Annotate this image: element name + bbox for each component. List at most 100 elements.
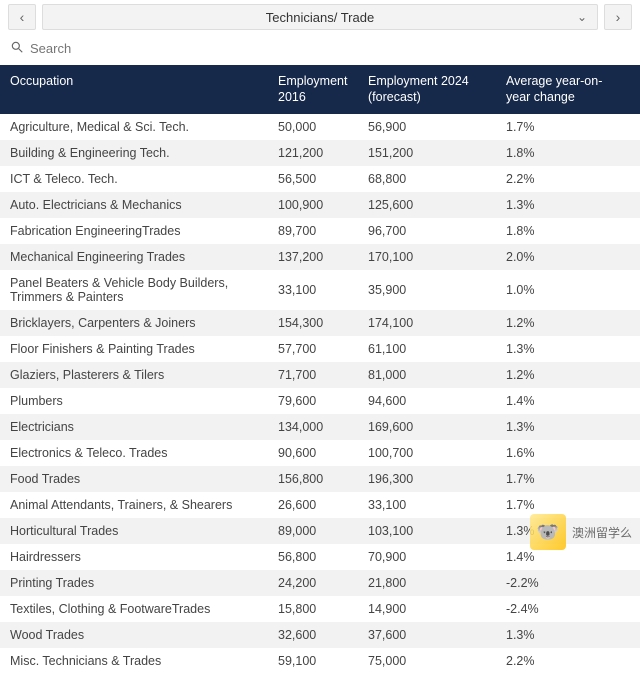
cell-occupation: Glaziers, Plasterers & Tilers xyxy=(0,362,268,388)
cell-emp2016: 90,600 xyxy=(268,440,358,466)
prev-button[interactable]: ‹ xyxy=(8,4,36,30)
chevron-left-icon: ‹ xyxy=(20,9,25,25)
cell-emp2016: 56,800 xyxy=(268,544,358,570)
col-occupation[interactable]: Occupation xyxy=(0,65,268,114)
cell-change: 1.8% xyxy=(496,140,640,166)
cell-emp2024: 169,600 xyxy=(358,414,496,440)
cell-emp2016: 137,200 xyxy=(268,244,358,270)
table-row: Building & Engineering Tech.121,200151,2… xyxy=(0,140,640,166)
table-row: Panel Beaters & Vehicle Body Builders, T… xyxy=(0,270,640,310)
cell-change: -2.4% xyxy=(496,596,640,622)
table-row: Electricians134,000169,6001.3% xyxy=(0,414,640,440)
cell-emp2024: 170,100 xyxy=(358,244,496,270)
table-header: Occupation Employment 2016 Employment 20… xyxy=(0,65,640,114)
table-row: Floor Finishers & Painting Trades57,7006… xyxy=(0,336,640,362)
cell-change: -2.2% xyxy=(496,570,640,596)
cell-occupation: Food Trades xyxy=(0,466,268,492)
watermark-logo: 🐨 xyxy=(530,514,566,550)
next-button[interactable]: › xyxy=(604,4,632,30)
cell-occupation: Textiles, Clothing & FootwareTrades xyxy=(0,596,268,622)
cell-emp2024: 75,000 xyxy=(358,648,496,674)
table-row: Textiles, Clothing & FootwareTrades15,80… xyxy=(0,596,640,622)
cell-occupation: ICT & Teleco. Tech. xyxy=(0,166,268,192)
col-emp2016[interactable]: Employment 2016 xyxy=(268,65,358,114)
table-body: Agriculture, Medical & Sci. Tech.50,0005… xyxy=(0,114,640,674)
cell-occupation: Misc. Technicians & Trades xyxy=(0,648,268,674)
table-row: Printing Trades24,20021,800-2.2% xyxy=(0,570,640,596)
cell-occupation: Plumbers xyxy=(0,388,268,414)
cell-occupation: Fabrication EngineeringTrades xyxy=(0,218,268,244)
cell-emp2016: 56,500 xyxy=(268,166,358,192)
search-input[interactable] xyxy=(30,41,630,56)
cell-change: 1.3% xyxy=(496,414,640,440)
cell-occupation: Hairdressers xyxy=(0,544,268,570)
title-dropdown[interactable]: Technicians/ Trade ⌄ xyxy=(42,4,598,30)
cell-change: 1.3% xyxy=(496,336,640,362)
cell-change: 1.0% xyxy=(496,270,640,310)
cell-emp2016: 79,600 xyxy=(268,388,358,414)
table-row: Plumbers79,60094,6001.4% xyxy=(0,388,640,414)
cell-occupation: Mechanical Engineering Trades xyxy=(0,244,268,270)
cell-emp2016: 59,100 xyxy=(268,648,358,674)
cell-occupation: Wood Trades xyxy=(0,622,268,648)
col-change[interactable]: Average year-on- year change xyxy=(496,65,640,114)
cell-emp2016: 15,800 xyxy=(268,596,358,622)
cell-emp2024: 125,600 xyxy=(358,192,496,218)
cell-change: 1.3% xyxy=(496,622,640,648)
table-row: Mechanical Engineering Trades137,200170,… xyxy=(0,244,640,270)
cell-change: 2.2% xyxy=(496,166,640,192)
cell-emp2024: 68,800 xyxy=(358,166,496,192)
watermark: 🐨 澳洲留学么 xyxy=(530,514,632,550)
table-row: Electronics & Teleco. Trades90,600100,70… xyxy=(0,440,640,466)
cell-emp2024: 70,900 xyxy=(358,544,496,570)
table-row: Auto. Electricians & Mechanics100,900125… xyxy=(0,192,640,218)
cell-emp2024: 103,100 xyxy=(358,518,496,544)
cell-change: 1.7% xyxy=(496,466,640,492)
table-row: ICT & Teleco. Tech.56,50068,8002.2% xyxy=(0,166,640,192)
cell-change: 1.8% xyxy=(496,218,640,244)
cell-change: 1.3% xyxy=(496,192,640,218)
cell-emp2016: 89,000 xyxy=(268,518,358,544)
cell-occupation: Auto. Electricians & Mechanics xyxy=(0,192,268,218)
cell-emp2024: 61,100 xyxy=(358,336,496,362)
cell-emp2016: 121,200 xyxy=(268,140,358,166)
cell-change: 1.7% xyxy=(496,114,640,140)
cell-emp2016: 24,200 xyxy=(268,570,358,596)
data-table: Occupation Employment 2016 Employment 20… xyxy=(0,65,640,674)
cell-occupation: Horticultural Trades xyxy=(0,518,268,544)
chevron-down-icon: ⌄ xyxy=(577,10,587,24)
cell-change: 1.4% xyxy=(496,388,640,414)
cell-emp2016: 32,600 xyxy=(268,622,358,648)
cell-emp2016: 156,800 xyxy=(268,466,358,492)
cell-occupation: Panel Beaters & Vehicle Body Builders, T… xyxy=(0,270,268,310)
cell-emp2024: 56,900 xyxy=(358,114,496,140)
cell-emp2024: 100,700 xyxy=(358,440,496,466)
cell-emp2024: 33,100 xyxy=(358,492,496,518)
search-icon xyxy=(10,40,24,57)
table-row: Glaziers, Plasterers & Tilers71,70081,00… xyxy=(0,362,640,388)
cell-emp2016: 100,900 xyxy=(268,192,358,218)
col-emp2024[interactable]: Employment 2024 (forecast) xyxy=(358,65,496,114)
table-row: Bricklayers, Carpenters & Joiners154,300… xyxy=(0,310,640,336)
cell-emp2016: 89,700 xyxy=(268,218,358,244)
cell-emp2024: 96,700 xyxy=(358,218,496,244)
cell-change: 1.6% xyxy=(496,440,640,466)
cell-change: 1.2% xyxy=(496,362,640,388)
cell-emp2016: 154,300 xyxy=(268,310,358,336)
cell-emp2024: 174,100 xyxy=(358,310,496,336)
cell-occupation: Electronics & Teleco. Trades xyxy=(0,440,268,466)
cell-emp2024: 35,900 xyxy=(358,270,496,310)
cell-occupation: Floor Finishers & Painting Trades xyxy=(0,336,268,362)
cell-occupation: Bricklayers, Carpenters & Joiners xyxy=(0,310,268,336)
cell-occupation: Printing Trades xyxy=(0,570,268,596)
cell-occupation: Electricians xyxy=(0,414,268,440)
cell-emp2016: 50,000 xyxy=(268,114,358,140)
cell-emp2024: 14,900 xyxy=(358,596,496,622)
table-row: Fabrication EngineeringTrades89,70096,70… xyxy=(0,218,640,244)
cell-emp2024: 21,800 xyxy=(358,570,496,596)
table-row: Wood Trades32,60037,6001.3% xyxy=(0,622,640,648)
search-row xyxy=(0,34,640,65)
cell-occupation: Animal Attendants, Trainers, & Shearers xyxy=(0,492,268,518)
cell-emp2024: 37,600 xyxy=(358,622,496,648)
cell-change: 2.0% xyxy=(496,244,640,270)
